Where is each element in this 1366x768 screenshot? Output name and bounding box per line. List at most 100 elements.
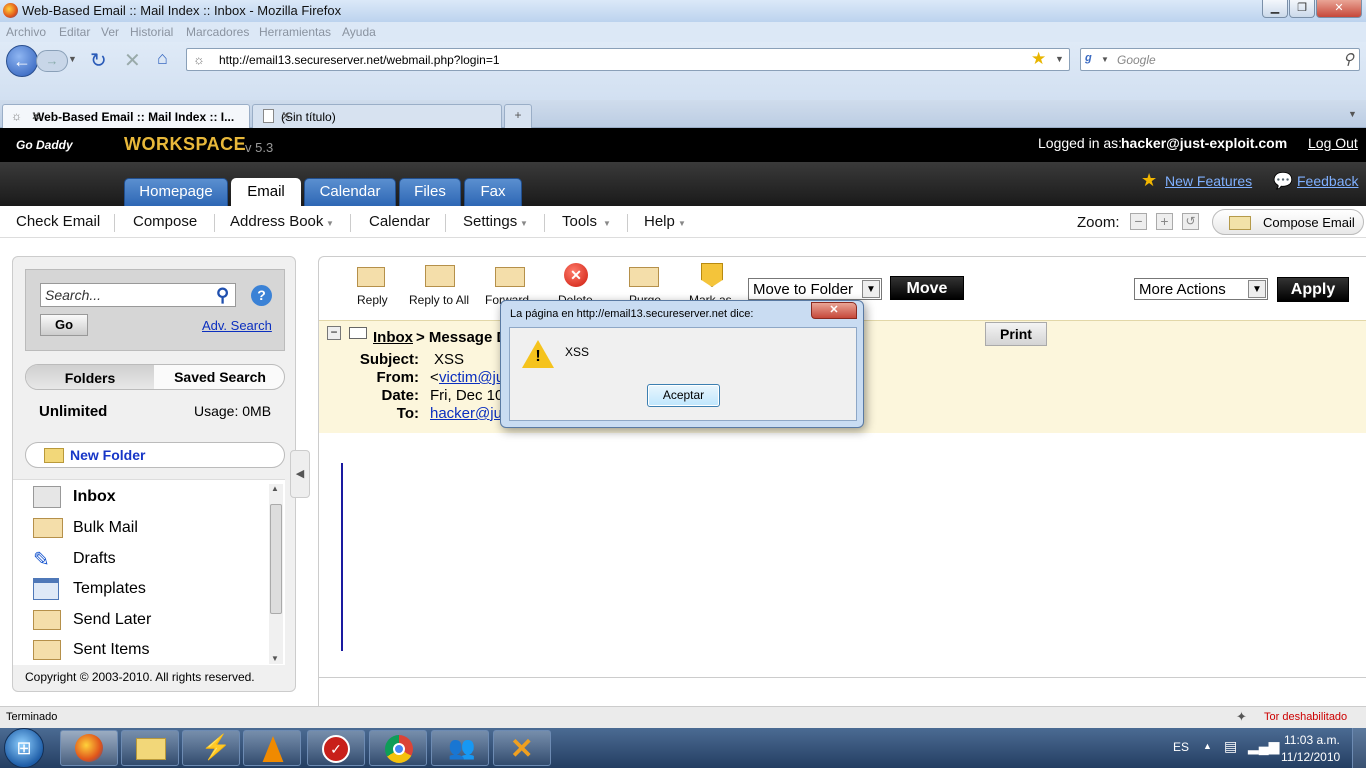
url-dropdown-icon[interactable]: ▼	[1055, 54, 1064, 64]
folder-label: Sent Items	[73, 641, 150, 658]
more-actions-select[interactable]: More Actions ▼	[1134, 278, 1268, 300]
address-book-menu[interactable]: Address Book	[230, 213, 323, 230]
scroll-up-icon[interactable]: ▲	[271, 484, 279, 493]
move-button[interactable]: Move	[890, 276, 964, 300]
google-search-placeholder: Google	[1117, 53, 1156, 67]
tab-list-dropdown-icon[interactable]: ▼	[1348, 109, 1357, 119]
folder-scrollbar[interactable]: ▲ ▼	[269, 484, 283, 664]
tab-untitled[interactable]: (Sin título) ✕	[252, 104, 502, 128]
folder-templates[interactable]: Templates	[31, 576, 261, 604]
history-dropdown-icon[interactable]: ▼	[68, 54, 77, 64]
magnifier-icon[interactable]: ⚲	[216, 285, 229, 306]
new-folder-button[interactable]: New Folder	[25, 442, 285, 468]
compose-email-button[interactable]: Compose Email	[1212, 209, 1364, 235]
tab-fax[interactable]: Fax	[464, 178, 522, 206]
home-icon[interactable]: ⌂	[157, 48, 168, 69]
bookmark-star-icon[interactable]: ★	[1031, 49, 1046, 69]
message-body[interactable]	[319, 437, 1366, 677]
adv-search-link[interactable]: Adv. Search	[202, 318, 272, 333]
aceptar-button[interactable]: Aceptar	[647, 384, 720, 407]
network-icon[interactable]: ▤	[1224, 738, 1237, 755]
close-tab-icon[interactable]: ✕	[31, 109, 243, 123]
menu-editar[interactable]: Editar	[59, 25, 90, 39]
tab-email[interactable]: Email	[231, 178, 301, 206]
apply-button[interactable]: Apply	[1277, 277, 1349, 302]
folder-drafts[interactable]: ✎ Drafts	[31, 546, 261, 574]
new-tab-button[interactable]: +	[504, 104, 532, 128]
tab-webmail[interactable]: ☼ Web-Based Email :: Mail Index :: I... …	[2, 104, 250, 128]
tab-folders[interactable]: Folders	[26, 365, 154, 389]
breadcrumb-inbox[interactable]: Inbox	[373, 329, 413, 346]
clock-time[interactable]: 11:03 a.m.	[1284, 733, 1340, 747]
godaddy-logo[interactable]: Go Daddy	[16, 134, 100, 156]
tor-icon[interactable]: ✦	[1236, 709, 1247, 725]
site-identity-icon[interactable]: ☼	[193, 52, 205, 67]
folder-search-input[interactable]: Search... ⚲	[40, 283, 236, 307]
tools-menu[interactable]: Tools	[562, 213, 597, 230]
zoom-in-icon[interactable]: +	[1156, 213, 1173, 230]
new-features-link[interactable]: New Features	[1165, 173, 1252, 189]
taskbar-messenger[interactable]: 👥	[431, 730, 489, 766]
zoom-out-icon[interactable]: −	[1130, 213, 1147, 230]
tab-files[interactable]: Files	[399, 178, 461, 206]
show-desktop-button[interactable]	[1352, 728, 1366, 768]
close-tab-icon[interactable]: ✕	[281, 109, 495, 123]
folder-inbox[interactable]: Inbox	[31, 484, 261, 512]
url-bar[interactable]: ☼ http://email13.secureserver.net/webmai…	[186, 48, 1070, 71]
show-hidden-icons[interactable]: ▲	[1203, 741, 1212, 751]
zoom-reset-icon[interactable]: ↺	[1182, 213, 1199, 230]
check-email-button[interactable]: Check Email	[16, 213, 100, 230]
folder-sent-items[interactable]: Sent Items	[31, 637, 261, 665]
stop-icon[interactable]: ✕	[124, 48, 141, 73]
logout-link[interactable]: Log Out	[1308, 135, 1358, 151]
from-email-link[interactable]: victim@ju	[439, 369, 504, 386]
reload-icon[interactable]: ↻	[90, 48, 107, 73]
start-button-icon[interactable]: ⊞	[4, 728, 44, 768]
language-indicator[interactable]: ES	[1173, 740, 1189, 754]
tor-status[interactable]: Tor deshabilitado	[1264, 711, 1347, 723]
minimize-button[interactable]: ▁	[1262, 0, 1288, 18]
taskbar-firefox[interactable]	[60, 730, 118, 766]
taskbar-vlc[interactable]	[243, 730, 301, 766]
settings-menu[interactable]: Settings	[463, 213, 517, 230]
tab-homepage[interactable]: Homepage	[124, 178, 228, 206]
scroll-thumb[interactable]	[270, 504, 282, 614]
menu-marcadores[interactable]: Marcadores	[186, 25, 249, 39]
feedback-link[interactable]: Feedback	[1297, 173, 1358, 189]
to-email-link[interactable]: hacker@ju	[430, 405, 502, 422]
help-menu[interactable]: Help	[644, 213, 675, 230]
taskbar-antivirus[interactable]: ✓	[307, 730, 365, 766]
calendar-button[interactable]: Calendar	[369, 213, 430, 230]
help-icon[interactable]: ?	[251, 285, 272, 306]
close-window-button[interactable]: ✕	[1316, 0, 1362, 18]
menu-herramientas[interactable]: Herramientas	[259, 25, 331, 39]
taskbar-chrome[interactable]	[369, 730, 427, 766]
menu-ayuda[interactable]: Ayuda	[342, 25, 376, 39]
scroll-down-icon[interactable]: ▼	[271, 654, 279, 663]
forward-icon[interactable]: →	[36, 50, 68, 72]
tab-saved-search[interactable]: Saved Search	[154, 365, 284, 389]
compose-button[interactable]: Compose	[133, 213, 197, 230]
folder-bulk-mail[interactable]: Bulk Mail	[31, 515, 261, 543]
collapse-header-icon[interactable]: −	[327, 326, 341, 340]
print-button[interactable]: Print	[985, 322, 1047, 346]
maximize-button[interactable]: ❐	[1289, 0, 1315, 18]
signal-icon[interactable]: ▂▄▆	[1248, 738, 1279, 755]
taskbar-tool[interactable]: ✕	[493, 730, 551, 766]
search-icon[interactable]: ⚲	[1343, 50, 1354, 68]
back-icon[interactable]: ←	[6, 45, 38, 77]
taskbar-explorer[interactable]	[121, 730, 179, 766]
collapse-panel-handle[interactable]: ◀	[290, 450, 310, 498]
folder-send-later[interactable]: Send Later	[31, 607, 261, 635]
clock-date[interactable]: 11/12/2010	[1281, 750, 1340, 764]
dialog-close-button[interactable]: ✕	[811, 302, 857, 319]
tab-calendar[interactable]: Calendar	[304, 178, 396, 206]
move-to-folder-select[interactable]: Move to Folder ▼	[748, 278, 882, 300]
menu-ver[interactable]: Ver	[101, 25, 119, 39]
search-engine-dropdown-icon[interactable]: ▼	[1101, 55, 1109, 64]
go-button[interactable]: Go	[40, 314, 88, 336]
menu-archivo[interactable]: Archivo	[6, 25, 46, 39]
google-search-bar[interactable]: g ▼ Google ⚲	[1080, 48, 1360, 71]
taskbar-winamp[interactable]: ⚡	[182, 730, 240, 766]
menu-historial[interactable]: Historial	[130, 25, 173, 39]
